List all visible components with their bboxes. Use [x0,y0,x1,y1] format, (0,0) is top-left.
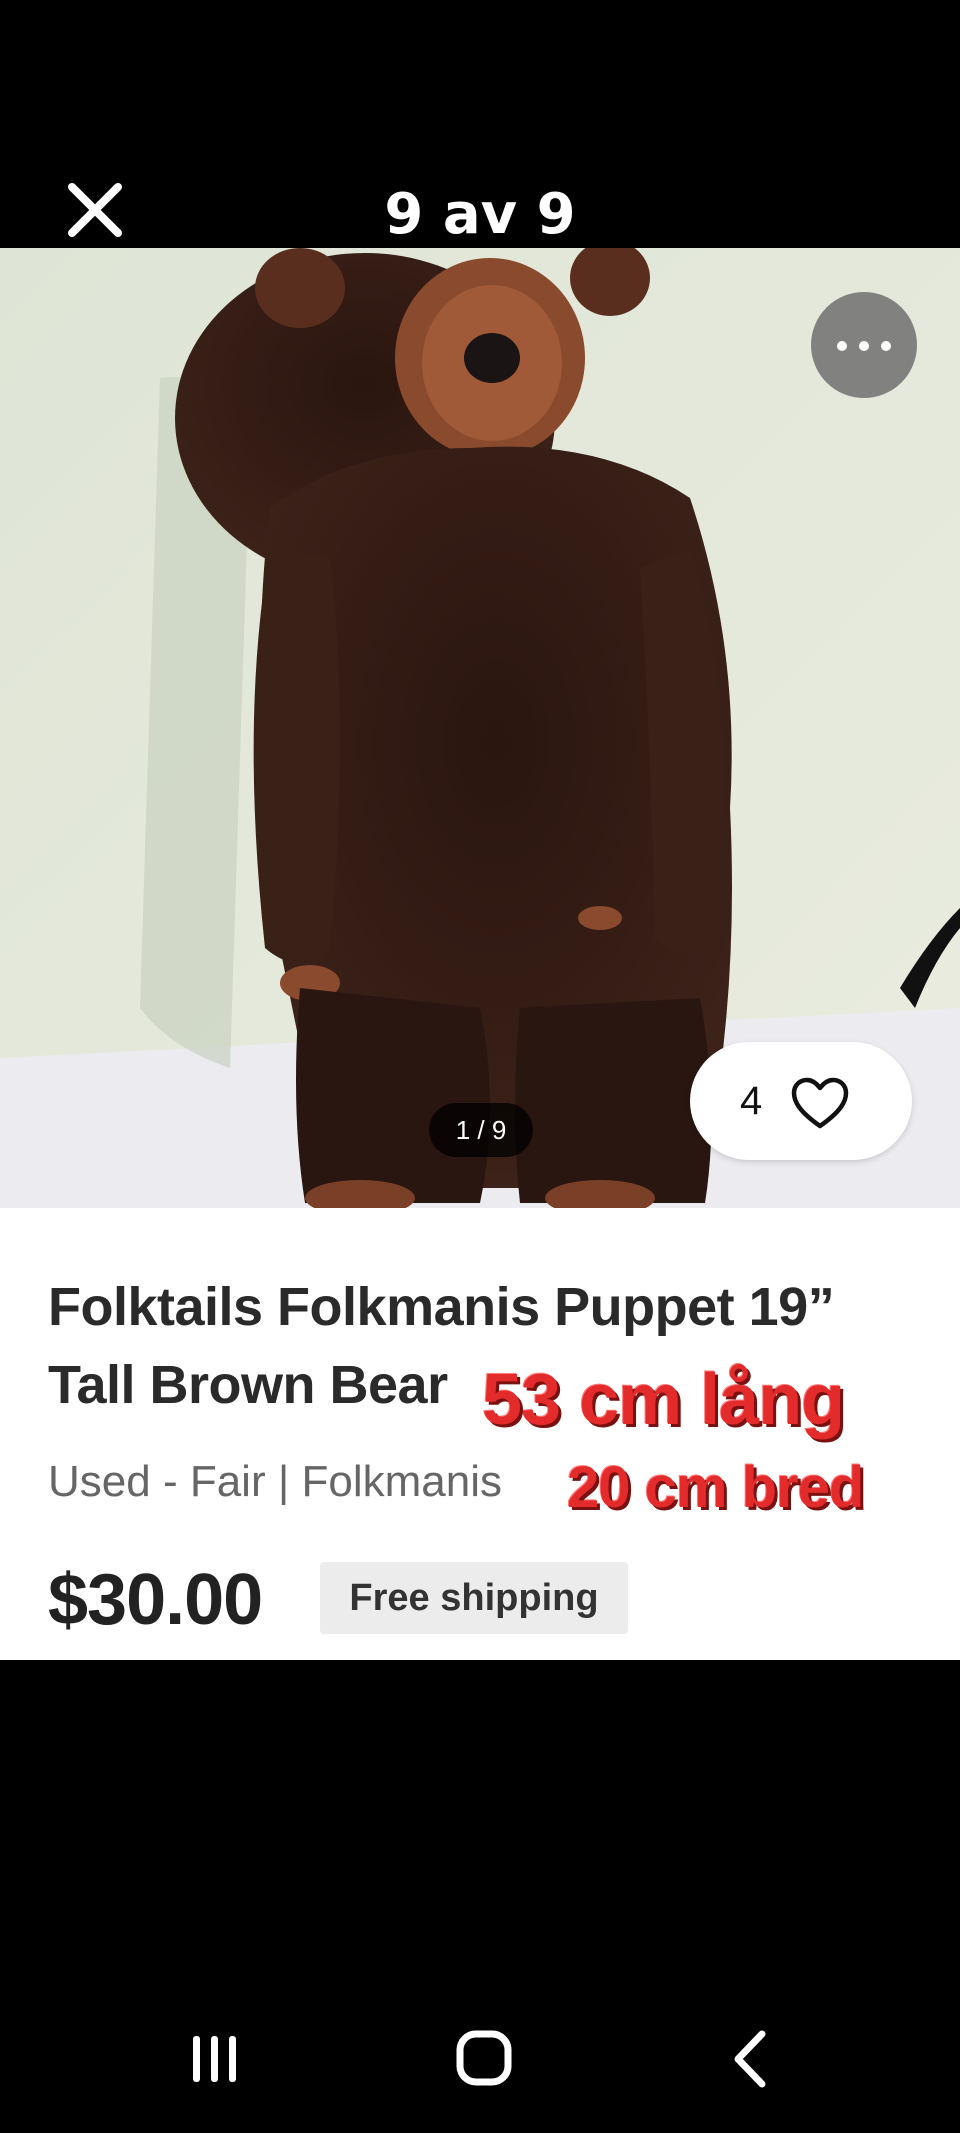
condition-brand: Used - Fair | Folkmanis [48,1457,502,1506]
like-button[interactable]: 4 [690,1042,912,1160]
back-button[interactable] [692,2010,812,2110]
image-counter: 9 av 9 [384,182,576,247]
recent-apps-button[interactable] [155,2010,275,2110]
listing-price: $30.00 [48,1560,263,1640]
shipping-badge: Free shipping [320,1562,628,1634]
heart-outline-icon [791,1077,849,1129]
recent-apps-icon [193,2036,236,2082]
like-count: 4 [740,1079,763,1123]
home-button[interactable] [424,2010,544,2110]
viewer-top-bar: 9 av 9 [0,0,960,248]
back-chevron-icon [734,2030,766,2088]
photo-pager: 1 / 9 [429,1103,533,1157]
more-options-button[interactable] [811,292,917,398]
home-icon [456,2030,512,2086]
listing-details: Folktails Folkmanis Puppet 19” Tall Brow… [0,1208,960,1660]
system-navigation-bar [0,2010,960,2110]
width-overlay-text: 20 cm bred [567,1455,864,1520]
length-overlay-text: 53 cm lång [482,1360,845,1440]
